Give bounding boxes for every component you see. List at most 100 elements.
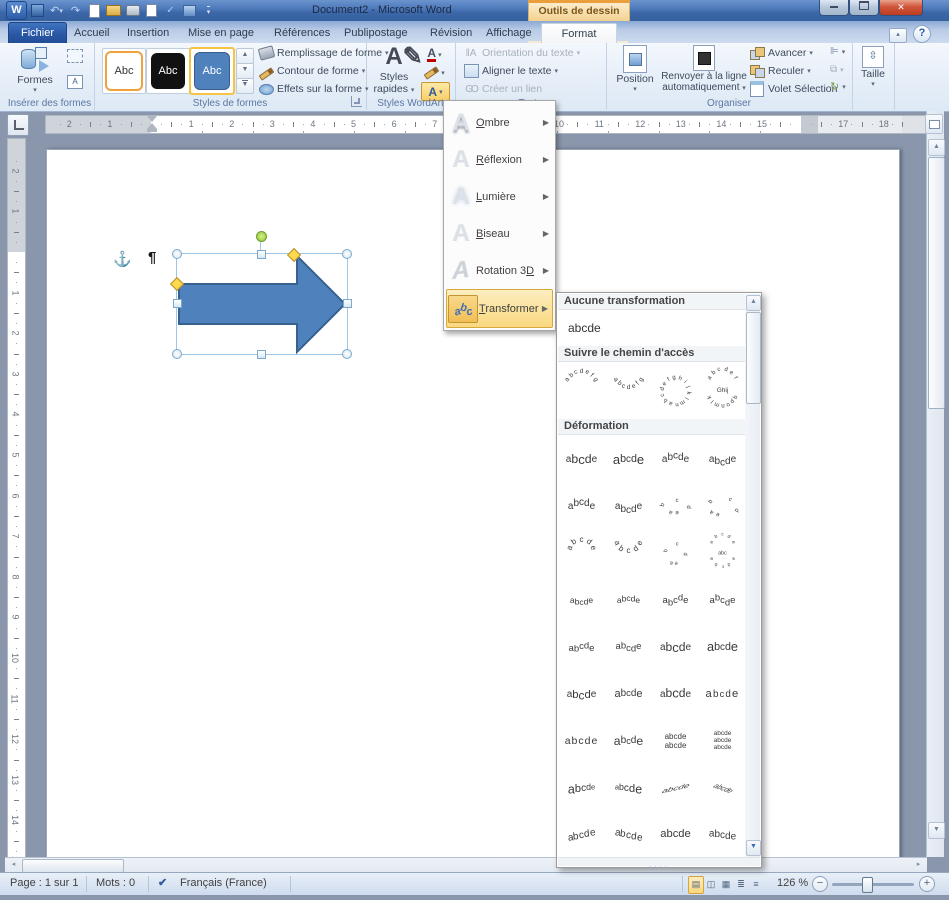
shape-style-preset-2[interactable]: Abc <box>146 48 190 94</box>
transform-option[interactable]: abcde <box>699 436 746 483</box>
view-print-layout-icon[interactable]: ▤ <box>688 876 704 894</box>
resize-handle-nw[interactable] <box>172 249 182 259</box>
tab-references[interactable]: Références <box>262 23 342 43</box>
view-draft-icon[interactable]: ≡ <box>748 876 764 894</box>
rotate-objects-button[interactable]: ↻▾ <box>830 82 846 92</box>
block-arrow-shape[interactable] <box>176 253 348 355</box>
menu-item-rotation-3d[interactable]: ARotation 3D▶ <box>446 252 553 289</box>
group-objects-button[interactable]: ⧉▾ <box>830 64 844 75</box>
view-web-layout-icon[interactable]: ▦ <box>718 876 734 894</box>
transform-option[interactable]: abcde <box>652 624 699 671</box>
resize-handle-s[interactable] <box>257 350 266 359</box>
transform-option[interactable]: abcde <box>558 624 605 671</box>
transform-option[interactable]: abcde <box>558 577 605 624</box>
transform-option[interactable]: abcde <box>699 483 746 530</box>
align-objects-button[interactable]: ⊫▾ <box>830 46 845 57</box>
menu-item-ombre[interactable]: AOmbre▶ <box>446 104 553 141</box>
creer-un-lien-button[interactable]: GO Créer un lien <box>463 82 542 96</box>
dialog-launcher-icon[interactable] <box>351 96 362 107</box>
transform-option[interactable]: abcde <box>699 671 746 718</box>
position-button[interactable]: Position▾ <box>612 45 658 93</box>
gallery-down-icon[interactable]: ▼ <box>236 63 254 79</box>
transform-option[interactable]: abcde <box>605 718 652 765</box>
transform-option[interactable]: abcde <box>558 765 605 812</box>
scroll-left-icon[interactable]: ◂ <box>6 859 21 871</box>
transform-option[interactable]: abcde <box>652 483 699 530</box>
transform-option[interactable]: abcde <box>605 577 652 624</box>
transform-option[interactable]: abcde <box>652 671 699 718</box>
transform-option[interactable]: abcde <box>652 530 699 577</box>
transform-option[interactable]: abcde <box>558 436 605 483</box>
shape-style-preset-3-selected[interactable]: Abc <box>190 48 234 94</box>
vertical-scrollbar[interactable]: ▲ ▼ <box>926 111 944 857</box>
transform-option[interactable]: abcdefGhijklmnopq <box>699 363 746 419</box>
transform-option[interactable]: abcde <box>605 483 652 530</box>
page-indicator[interactable]: Page : 1 sur 1 <box>10 877 79 889</box>
language-indicator[interactable]: Français (France) <box>180 877 267 889</box>
transform-option[interactable]: abcde <box>652 577 699 624</box>
redo-icon[interactable]: ↷ <box>67 3 84 19</box>
transform-option[interactable]: abcde <box>558 671 605 718</box>
menu-item-lumi-re[interactable]: ALumière▶ <box>446 178 553 215</box>
text-outline-button[interactable]: ▾ <box>421 64 448 81</box>
save-icon[interactable] <box>29 3 46 19</box>
transform-option[interactable]: abcde <box>699 812 746 859</box>
transform-option[interactable]: abcde <box>605 812 652 859</box>
scroll-down-icon[interactable]: ▼ <box>928 822 945 839</box>
transform-option[interactable]: abcde <box>605 671 652 718</box>
print-preview-icon[interactable] <box>143 3 160 19</box>
macro-icon[interactable] <box>181 3 198 19</box>
transform-option[interactable]: abcde <box>652 436 699 483</box>
horizontal-scroll-thumb[interactable] <box>22 859 124 873</box>
transform-option[interactable]: abcde <box>558 812 605 859</box>
view-fullscreen-reading-icon[interactable]: ◫ <box>703 876 719 894</box>
zoom-out-icon[interactable]: − <box>812 876 828 892</box>
zoom-slider[interactable] <box>832 883 914 886</box>
transform-option[interactable]: abcde <box>605 436 652 483</box>
transform-option[interactable]: abcde <box>605 765 652 812</box>
transform-option-none[interactable]: abcde <box>558 310 745 346</box>
transform-option[interactable]: abcde <box>605 624 652 671</box>
transform-option[interactable]: abcde <box>699 765 746 812</box>
view-outline-icon[interactable]: ≣ <box>733 876 749 894</box>
transform-option[interactable]: abcde <box>558 718 605 765</box>
aligner-le-texte-button[interactable]: Aligner le texte▾ <box>463 64 558 78</box>
taille-button[interactable]: ⇳ Taille▾ <box>857 46 889 88</box>
gallery-more-icon[interactable]: ▼ <box>236 78 254 94</box>
menu-item-r-flexion[interactable]: ARéflexion▶ <box>446 141 553 178</box>
submenu-scroll-up-icon[interactable]: ▲ <box>746 295 761 311</box>
resize-handle-n[interactable] <box>257 250 266 259</box>
qat-menu-icon[interactable]: ▾ <box>200 3 217 19</box>
tab-mise-en-page[interactable]: Mise en page <box>176 23 266 43</box>
zoom-slider-thumb[interactable] <box>862 877 873 893</box>
gallery-up-icon[interactable]: ▲ <box>236 48 254 64</box>
transform-option[interactable]: abcde <box>558 483 605 530</box>
zoom-level[interactable]: 126 % <box>777 877 808 889</box>
open-icon[interactable] <box>105 3 122 19</box>
volet-selection-button[interactable]: Volet Sélection <box>749 82 837 96</box>
resize-handle-se[interactable] <box>342 349 352 359</box>
print-icon[interactable] <box>124 3 141 19</box>
undo-icon[interactable]: ↶▾ <box>48 3 65 19</box>
resize-handle-w[interactable] <box>173 299 182 308</box>
submenu-scroll-down-icon[interactable]: ▼ <box>746 840 761 856</box>
tab-fichier[interactable]: Fichier <box>8 22 67 43</box>
reculer-button[interactable]: Reculer▾ <box>749 64 811 78</box>
scroll-up-icon[interactable]: ▲ <box>928 139 945 156</box>
styles-rapides-button[interactable]: A✎ Styles rapides ▾ <box>370 45 418 95</box>
edit-shape-button[interactable] <box>67 49 83 68</box>
tab-accueil[interactable]: Accueil <box>62 23 121 43</box>
rotation-handle[interactable] <box>256 231 267 242</box>
vertical-scroll-thumb[interactable] <box>928 157 945 409</box>
spellcheck-status-icon[interactable]: ✔ <box>158 876 167 889</box>
resize-handle-sw[interactable] <box>172 349 182 359</box>
text-fill-button[interactable]: A▾ <box>421 46 448 63</box>
word-logo-icon[interactable]: W <box>6 1 27 20</box>
scroll-right-icon[interactable]: ▸ <box>911 859 926 871</box>
help-icon[interactable]: ? <box>913 25 931 43</box>
horizontal-scrollbar[interactable]: ◂ ▸ <box>5 857 927 873</box>
transform-option[interactable]: abcdefg <box>605 363 652 419</box>
avancer-button[interactable]: Avancer▾ <box>749 46 813 60</box>
tab-selector-button[interactable] <box>7 114 29 136</box>
transform-option[interactable]: abcde <box>699 577 746 624</box>
